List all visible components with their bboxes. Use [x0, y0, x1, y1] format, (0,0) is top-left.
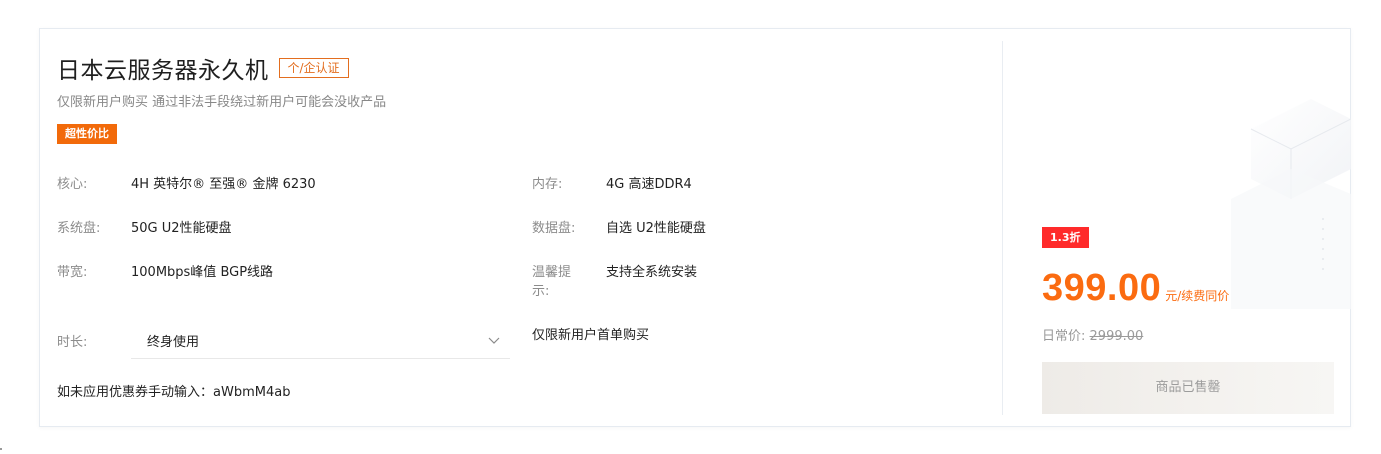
original-price-value: 2999.00 — [1089, 329, 1144, 344]
product-card: 日本云服务器永久机 个/企认证 仅限新用户购买 通过非法手段绕过新用户可能会没收… — [39, 28, 1351, 427]
price-unit: 元/续费同价 — [1165, 289, 1230, 303]
chevron-down-icon — [488, 337, 500, 344]
spec-value: 100Mbps峰值 BGP线路 — [131, 265, 274, 280]
duration-label: 时长: — [57, 335, 88, 350]
spec-value: 50G U2性能硬盘 — [131, 221, 232, 236]
value-tag: 超性价比 — [57, 124, 117, 144]
spec-label: 温馨提 示: — [532, 263, 592, 301]
product-title: 日本云服务器永久机 — [57, 58, 269, 84]
price-row: 399.00 元/续费同价 — [1042, 267, 1229, 310]
spec-label-line: 温馨提 — [532, 265, 572, 280]
spec-value: 支持全系统安装 — [606, 265, 698, 280]
discount-badge: 1.3折 — [1042, 227, 1089, 248]
duration-selected-value: 终身使用 — [147, 335, 200, 350]
original-price-label: 日常价: — [1042, 329, 1086, 344]
spec-value: 4H 英特尔® 至强® 金牌 6230 — [131, 177, 316, 192]
duration-select[interactable]: 终身使用 — [131, 321, 510, 359]
spec-value: 4G 高速DDR4 — [606, 177, 692, 192]
product-details: 日本云服务器永久机 个/企认证 仅限新用户购买 通过非法手段绕过新用户可能会没收… — [40, 29, 1002, 426]
spec-value: 自选 U2性能硬盘 — [606, 221, 706, 236]
title-row: 日本云服务器永久机 个/企认证 — [57, 51, 349, 85]
original-price: 日常价: 2999.00 — [1042, 325, 1143, 344]
spec-label: 核心: — [57, 177, 88, 192]
sold-out-button[interactable]: 商品已售罄 — [1042, 362, 1334, 414]
coupon-hint: 如未应用优惠券手动输入：aWbmM4ab — [57, 385, 291, 400]
first-purchase-note: 仅限新用户首单购买 — [532, 328, 650, 343]
stray-dot — [0, 448, 2, 450]
spec-label: 内存: — [532, 177, 563, 192]
spec-label-line: 示: — [532, 284, 550, 299]
price: 399.00 — [1042, 267, 1162, 309]
spec-label: 系统盘: — [57, 221, 101, 236]
pricing-panel: 1.3折 399.00 元/续费同价 日常价: 2999.00 商品已售罄 — [1003, 29, 1351, 426]
spec-label: 数据盘: — [532, 221, 576, 236]
spec-label: 带宽: — [57, 265, 88, 280]
certification-badge: 个/企认证 — [278, 58, 349, 78]
product-subtitle: 仅限新用户购买 通过非法手段绕过新用户可能会没收产品 — [57, 95, 387, 110]
